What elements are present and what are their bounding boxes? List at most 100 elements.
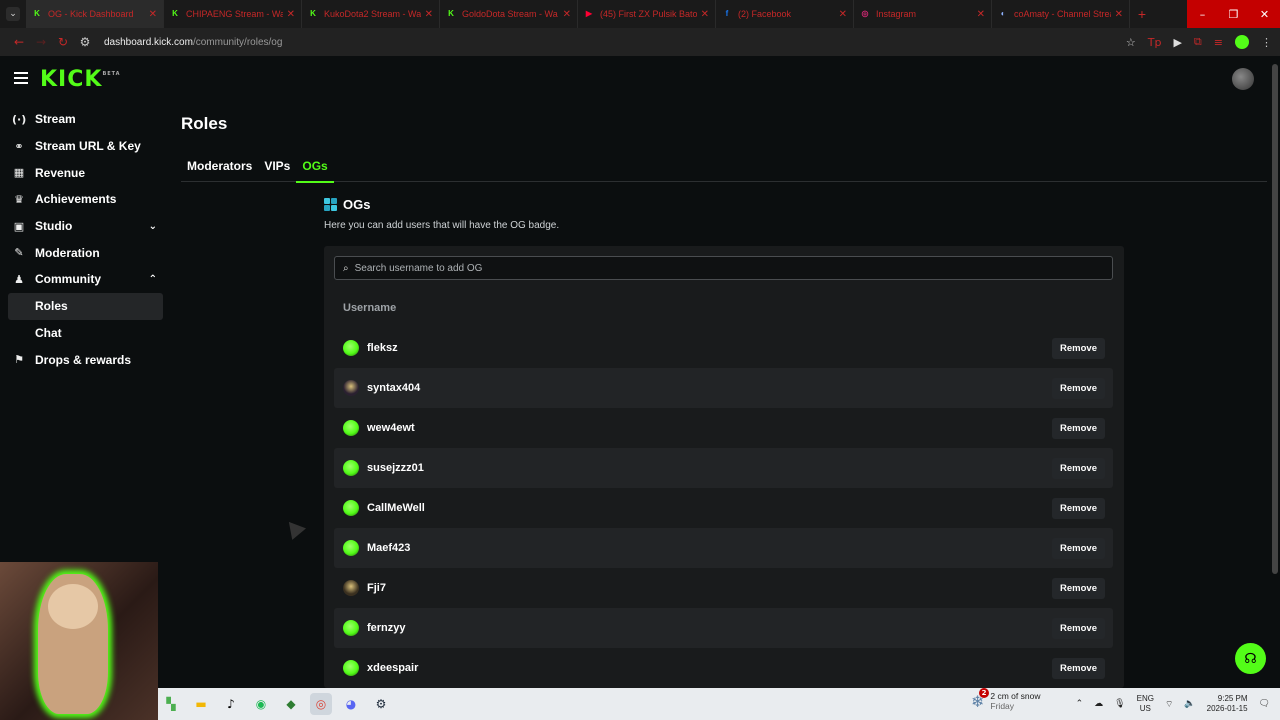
browser-tab[interactable]: f (2) Facebook ✕	[716, 0, 854, 28]
microphone-icon[interactable]: 🎙	[1114, 699, 1125, 709]
user-avatar[interactable]	[343, 660, 359, 676]
language-indicator[interactable]: ENG US	[1137, 694, 1154, 714]
remove-button[interactable]: Remove	[1052, 617, 1105, 639]
username[interactable]: xdeespair	[367, 662, 1052, 674]
new-tab-button[interactable]: +	[1130, 6, 1154, 22]
sidebar-item-community[interactable]: ♟ Community ⌃	[0, 266, 163, 293]
username[interactable]: syntax404	[367, 382, 1052, 394]
user-avatar[interactable]	[343, 500, 359, 516]
username[interactable]: CallMeWell	[367, 502, 1052, 514]
browser-tab[interactable]: K KukoDota2 Stream - Wa ✕	[302, 0, 440, 28]
sidebar-item-chat[interactable]: Chat	[0, 320, 163, 347]
user-avatar[interactable]	[343, 460, 359, 476]
user-avatar[interactable]	[343, 540, 359, 556]
profile-avatar[interactable]	[1235, 35, 1249, 49]
chevron-up-icon[interactable]: ⌃	[1076, 699, 1084, 709]
minimize-button[interactable]: –	[1187, 0, 1218, 28]
close-tab-icon[interactable]: ✕	[563, 9, 571, 20]
remove-button[interactable]: Remove	[1052, 537, 1105, 559]
tab-vips[interactable]: VIPs	[258, 159, 296, 182]
username[interactable]: susejzzz01	[367, 462, 1052, 474]
remove-button[interactable]: Remove	[1052, 337, 1105, 359]
sidebar-item-moderation[interactable]: ✎ Moderation	[0, 239, 163, 266]
extension-icon[interactable]: Tp	[1148, 36, 1162, 49]
sidebar-item-achievements[interactable]: ♛ Achievements	[0, 186, 163, 213]
user-avatar[interactable]	[343, 620, 359, 636]
back-button[interactable]: ←	[8, 35, 30, 49]
sidebar-item-studio[interactable]: ▣ Studio ⌄	[0, 213, 163, 240]
site-info-icon[interactable]: ⚙	[74, 35, 96, 49]
close-tab-icon[interactable]: ✕	[287, 9, 295, 20]
tab-moderators[interactable]: Moderators	[181, 159, 258, 182]
username[interactable]: Fji7	[367, 582, 1052, 594]
browser-tab[interactable]: K CHIPAENG Stream - Wa ✕	[164, 0, 302, 28]
browser-tab[interactable]: ◐ coAmaty - Channel Strea ✕	[992, 0, 1130, 28]
reload-button[interactable]: ↻	[52, 35, 74, 49]
remove-button[interactable]: Remove	[1052, 577, 1105, 599]
bookmark-star-icon[interactable]: ☆	[1126, 36, 1136, 49]
username[interactable]: wew4ewt	[367, 422, 1052, 434]
user-avatar[interactable]	[343, 580, 359, 596]
app-android-icon[interactable]: ◆	[280, 693, 302, 715]
sidebar-item-revenue[interactable]: ▦ Revenue	[0, 159, 163, 186]
network-cloud-icon[interactable]: ☁	[1094, 699, 1103, 709]
clock[interactable]: 9:25 PM 2026-01-15	[1207, 694, 1248, 714]
browser-tab[interactable]: ▶ (45) First ZX Pulsik Bato ✕	[578, 0, 716, 28]
sidebar-item-stream[interactable]: (·) Stream	[0, 106, 163, 133]
chrome-icon[interactable]: ◎	[310, 693, 332, 715]
browser-tab[interactable]: ◎ Instagram ✕	[854, 0, 992, 28]
discord-icon[interactable]: ◕	[340, 693, 362, 715]
user-avatar[interactable]	[343, 340, 359, 356]
username[interactable]: Maef423	[367, 542, 1052, 554]
extensions-puzzle-icon[interactable]: ⧉	[1194, 35, 1202, 49]
search-input[interactable]	[354, 262, 1055, 274]
menu-dots-icon[interactable]: ⋮	[1261, 36, 1272, 49]
spotify-icon[interactable]: ◉	[250, 693, 272, 715]
wifi-icon[interactable]: ⌔	[1165, 699, 1173, 710]
url-field[interactable]: dashboard.kick.com/community/roles/og	[104, 37, 1126, 48]
weather-widget[interactable]: ❄ 2 2 cm of snow Friday	[971, 687, 1040, 711]
username[interactable]: fleksz	[367, 342, 1052, 354]
restore-button[interactable]: ❐	[1218, 0, 1249, 28]
username[interactable]: fernzyy	[367, 622, 1052, 634]
close-tab-icon[interactable]: ✕	[839, 9, 847, 20]
user-avatar[interactable]	[343, 380, 359, 396]
remove-button[interactable]: Remove	[1052, 497, 1105, 519]
app-icon[interactable]: ▚	[160, 693, 182, 715]
browser-tab[interactable]: K GoldoDota Stream - Wa ✕	[440, 0, 578, 28]
table-row: Fji7 Remove	[334, 568, 1113, 608]
remove-button[interactable]: Remove	[1052, 457, 1105, 479]
tiktok-icon[interactable]: ♪	[220, 693, 242, 715]
steam-icon[interactable]: ⚙	[370, 693, 392, 715]
menu-hamburger-icon[interactable]	[14, 72, 28, 87]
close-tab-icon[interactable]: ✕	[1115, 9, 1123, 20]
sidebar-item-roles[interactable]: Roles	[8, 292, 163, 320]
file-explorer-icon[interactable]: ▬	[190, 693, 212, 715]
close-tab-icon[interactable]: ✕	[149, 9, 157, 20]
forward-button[interactable]: →	[30, 35, 52, 49]
close-tab-icon[interactable]: ✕	[701, 9, 709, 20]
kick-logo[interactable]: KICKBETA	[40, 67, 121, 92]
user-avatar[interactable]	[1232, 68, 1254, 90]
sidebar-item-drops-rewards[interactable]: ⚑ Drops & rewards	[0, 346, 163, 373]
column-header-username: Username	[343, 302, 397, 314]
media-icon[interactable]: ≡	[1214, 36, 1223, 49]
tab-ogs[interactable]: OGs	[296, 159, 335, 183]
play-extension-icon[interactable]: ▶	[1173, 36, 1181, 49]
browser-tab[interactable]: K OG - Kick Dashboard ✕	[26, 0, 164, 28]
sidebar-item-label: Revenue	[35, 165, 86, 180]
sidebar-item-stream-url-key[interactable]: ⚭ Stream URL & Key	[0, 133, 163, 160]
remove-button[interactable]: Remove	[1052, 657, 1105, 679]
user-avatar[interactable]	[343, 420, 359, 436]
og-panel: ⌕ Username flekszRemovesyntax404Removewe…	[324, 246, 1124, 688]
remove-button[interactable]: Remove	[1052, 377, 1105, 399]
speaker-icon[interactable]: 🔈	[1184, 699, 1195, 709]
page-scrollbar[interactable]	[1272, 64, 1278, 574]
close-window-button[interactable]: ✕	[1249, 0, 1280, 28]
support-chat-button[interactable]: ☊	[1235, 643, 1266, 674]
remove-button[interactable]: Remove	[1052, 417, 1105, 439]
close-tab-icon[interactable]: ✕	[977, 9, 985, 20]
close-tab-icon[interactable]: ✕	[425, 9, 433, 20]
notifications-icon[interactable]: 🗨	[1259, 699, 1270, 709]
tab-search-button[interactable]: ⌄	[0, 0, 26, 28]
